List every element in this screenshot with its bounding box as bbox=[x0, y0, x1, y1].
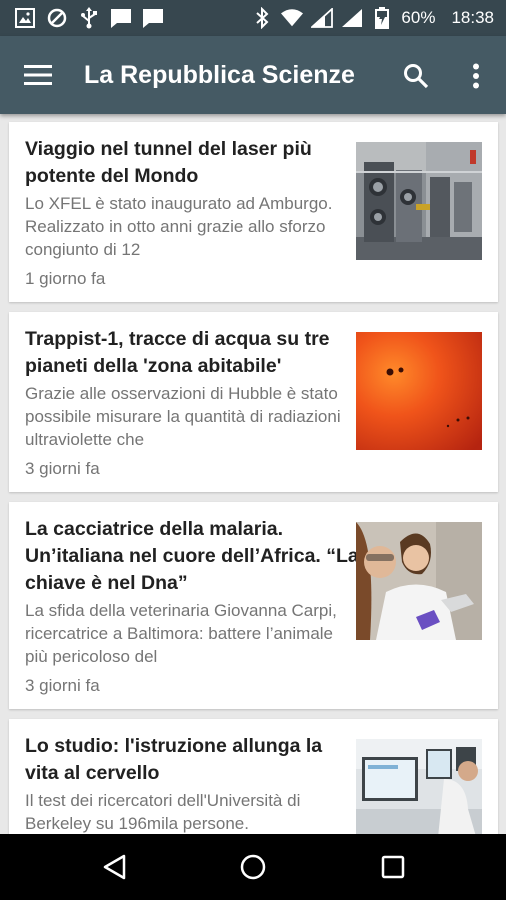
back-button[interactable] bbox=[94, 847, 134, 887]
navigation-bar bbox=[0, 834, 506, 900]
article-card[interactable]: Viaggio nel tunnel del laser più potente… bbox=[9, 122, 498, 302]
article-summary: Grazie alle osservazioni di Hubble è sta… bbox=[25, 384, 341, 449]
back-triangle-icon bbox=[103, 854, 126, 880]
home-button[interactable] bbox=[233, 847, 273, 887]
clock: 18:38 bbox=[451, 8, 494, 27]
bluetooth-icon bbox=[251, 7, 273, 29]
article-summary: Lo XFEL è stato inaugurato ad Amburgo. R… bbox=[25, 194, 333, 259]
article-thumbnail bbox=[356, 522, 482, 640]
article-thumbnail bbox=[356, 332, 482, 450]
article-time: 3 giorni fa bbox=[25, 676, 100, 695]
article-thumbnail bbox=[356, 739, 482, 834]
app-title: La Repubblica Scienze bbox=[84, 60, 355, 89]
article-time: 3 giorni fa bbox=[25, 459, 100, 478]
menu-button[interactable] bbox=[0, 36, 78, 114]
article-time: 1 giorno fa bbox=[25, 269, 106, 288]
blocked-icon bbox=[46, 7, 68, 29]
message-icon bbox=[110, 7, 132, 29]
search-button[interactable] bbox=[396, 56, 436, 96]
more-vertical-icon bbox=[473, 63, 479, 89]
article-title: Viaggio nel tunnel del laser più potente… bbox=[25, 138, 312, 187]
article-title: Trappist-1, tracce di acqua su tre piane… bbox=[25, 328, 330, 377]
home-circle-icon bbox=[240, 854, 266, 880]
article-card[interactable]: Trappist-1, tracce di acqua su tre piane… bbox=[9, 312, 498, 492]
hamburger-menu-icon bbox=[24, 65, 52, 85]
status-bar: 60% 18:38 bbox=[0, 0, 506, 36]
signal-icon bbox=[341, 7, 363, 29]
more-options-button[interactable] bbox=[456, 56, 496, 96]
recents-square-icon bbox=[381, 855, 405, 879]
system-icons: 60% 18:38 bbox=[251, 7, 494, 29]
gallery-icon bbox=[14, 7, 36, 29]
article-summary: Il test dei ricercatori dell'Università … bbox=[25, 791, 301, 833]
article-title: Lo studio: l'istruzione allunga la vita … bbox=[25, 735, 323, 784]
message-icon bbox=[142, 7, 164, 29]
wifi-icon bbox=[281, 7, 304, 29]
article-thumbnail bbox=[356, 142, 482, 260]
article-card[interactable]: La cacciatrice della malaria. Un’italian… bbox=[9, 502, 498, 709]
notification-icons bbox=[14, 7, 164, 29]
article-card[interactable]: Lo studio: l'istruzione allunga la vita … bbox=[9, 719, 498, 834]
article-title: La cacciatrice della malaria. Un’italian… bbox=[25, 518, 359, 594]
signal-icon bbox=[311, 7, 334, 29]
article-summary: La sfida della veterinaria Giovanna Carp… bbox=[25, 601, 337, 666]
battery-icon bbox=[371, 7, 393, 29]
article-list[interactable]: Viaggio nel tunnel del laser più potente… bbox=[0, 114, 506, 834]
usb-icon bbox=[78, 7, 100, 29]
app-bar: La Repubblica Scienze bbox=[0, 36, 506, 114]
recents-button[interactable] bbox=[373, 847, 413, 887]
search-icon bbox=[404, 64, 429, 89]
battery-percentage: 60% bbox=[401, 8, 436, 27]
